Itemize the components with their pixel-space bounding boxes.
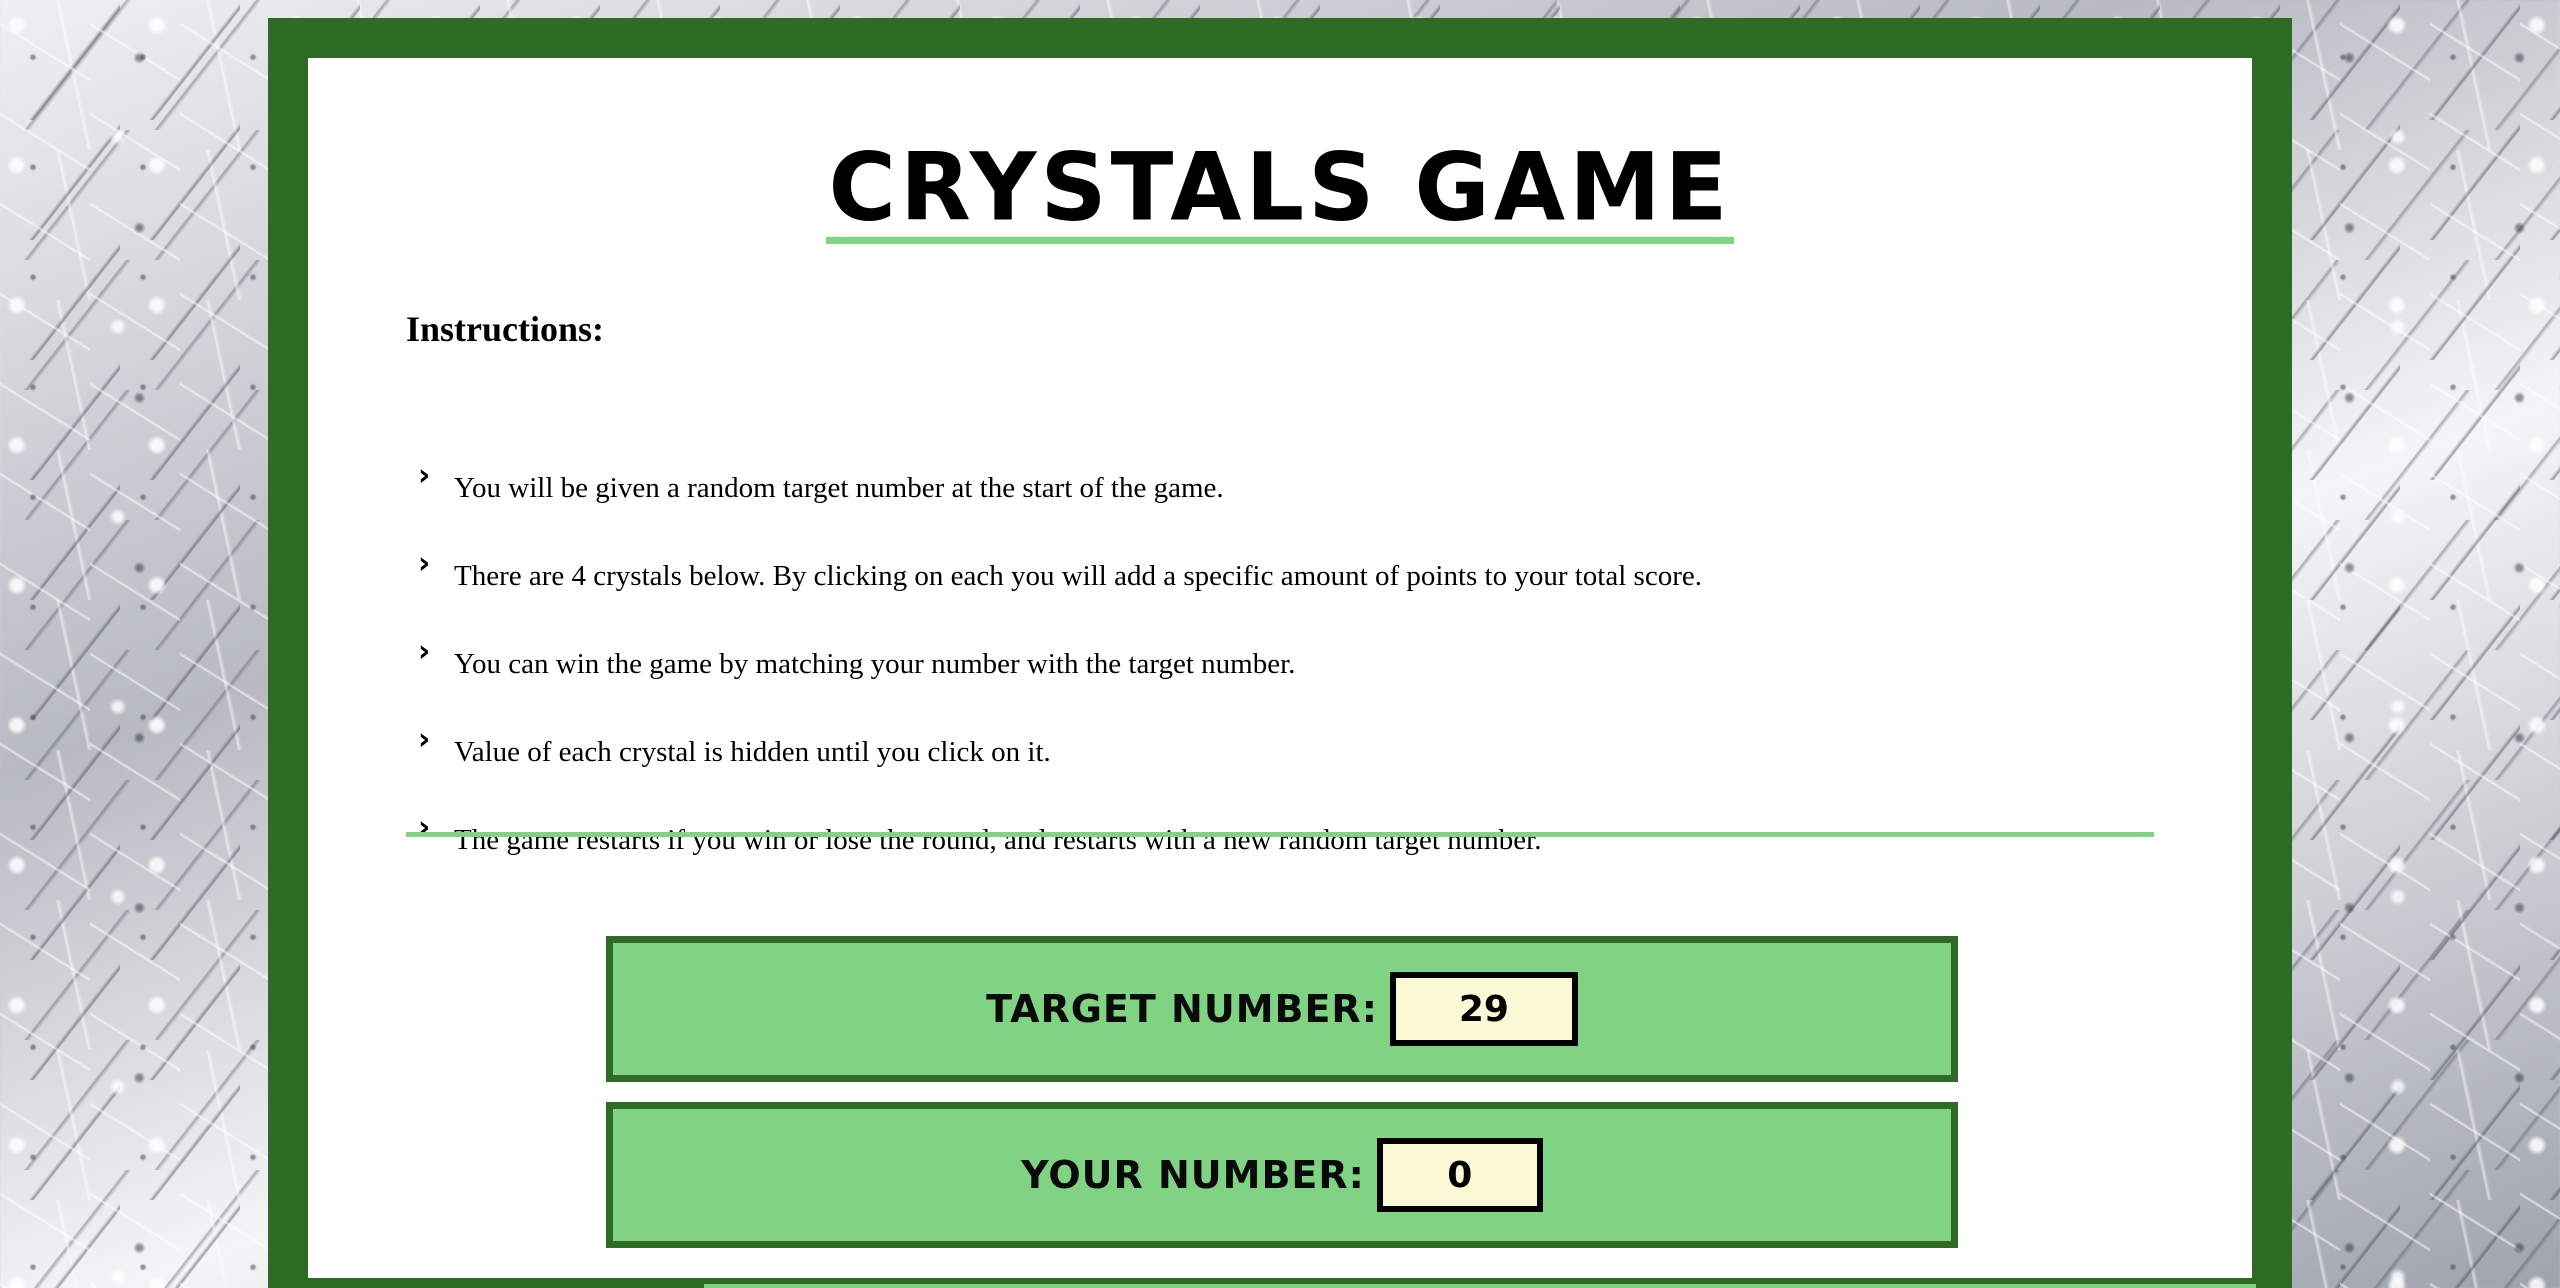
game-panel: CRYSTALS GAME Instructions: › You will b… [308,58,2256,1288]
crystals-section-divider [704,1284,2256,1288]
your-number-box: YOUR NUMBER: 0 [606,1102,1958,1248]
chevron-right-icon: › [418,722,431,757]
page-title: CRYSTALS GAME [308,138,2252,245]
instruction-text: Value of each crystal is hidden until yo… [454,736,1051,768]
instruction-text: You can win the game by matching your nu… [454,648,1296,680]
game-frame: CRYSTALS GAME Instructions: › You will b… [268,18,2292,1288]
instructions-heading: Instructions: [406,309,605,349]
chevron-right-icon: › [418,810,431,845]
section-divider [406,832,2154,837]
your-number-value: 0 [1376,1138,1543,1212]
your-number-label: YOUR NUMBER: [1021,1153,1365,1197]
target-number-value: 29 [1389,972,1578,1046]
chevron-right-icon: › [418,634,431,669]
target-number-box: TARGET NUMBER: 29 [606,936,1958,1082]
chevron-right-icon: › [418,546,431,581]
instruction-text: You will be given a random target number… [454,472,1224,504]
instruction-text: There are 4 crystals below. By clicking … [454,560,1702,592]
target-number-label: TARGET NUMBER: [986,987,1378,1031]
page-title-text: CRYSTALS GAME [826,138,1734,245]
instruction-text: The game restarts if you win or lose the… [454,824,1542,856]
chevron-right-icon: › [418,458,431,493]
